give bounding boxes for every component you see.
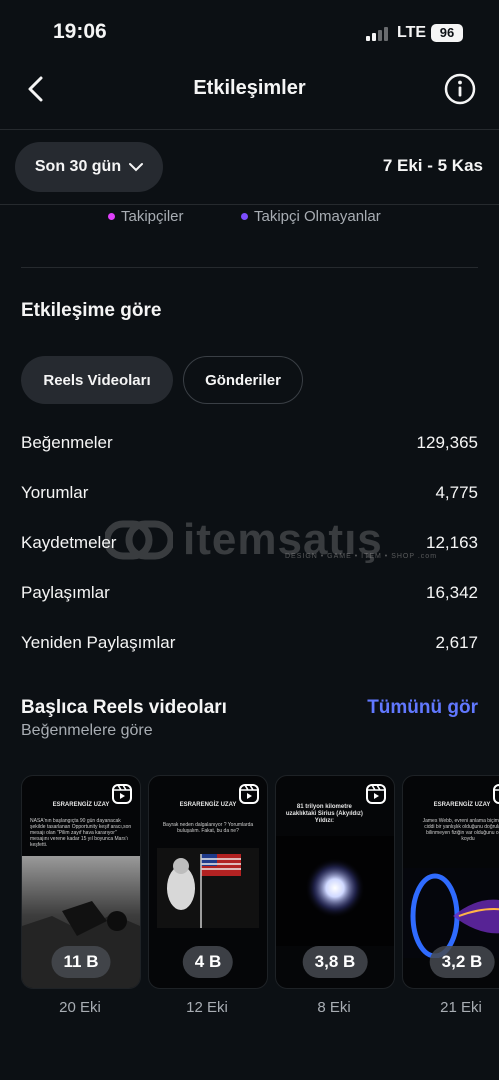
- reel-card[interactable]: 81 trilyon kilometre uzaklıktaki Sirius …: [275, 775, 395, 989]
- reels-icon: [112, 784, 132, 804]
- metric-label-comments: Yorumlar: [21, 483, 89, 502]
- date-range-dropdown-label: Son 30 gün: [34, 158, 122, 175]
- date-range-dropdown[interactable]: Son 30 gün: [15, 142, 163, 192]
- metric-label-saves: Kaydetmeler: [21, 533, 117, 552]
- reel-title: 81 trilyon kilometre uzaklıktaki Sirius …: [285, 804, 363, 824]
- legend-label: Takipçi Olmayanlar: [254, 208, 381, 225]
- see-all-link[interactable]: Tümünü gör: [367, 697, 478, 719]
- reel-thumbnail: [403, 868, 499, 958]
- tab-reels[interactable]: Reels Videoları: [21, 356, 173, 404]
- filter-divider: [0, 204, 499, 205]
- metric-label-likes: Beğenmeler: [21, 433, 113, 452]
- legend-dot: [241, 213, 248, 220]
- network-label: LTE: [397, 24, 427, 41]
- metric-value-likes: 129,365: [416, 433, 478, 452]
- reel-date: 20 Eki: [59, 999, 101, 1016]
- reel-caption: James Webb, evreni anlama biçimimizde ci…: [422, 818, 499, 842]
- reel-like-count: 3,8 B: [302, 946, 368, 978]
- reel-card[interactable]: ESRARENGİZ UZAY NASA'nın başlangıçta 90 …: [21, 775, 141, 989]
- metric-label-reposts: Yeniden Paylaşımlar: [21, 633, 176, 652]
- chevron-down-icon: [129, 163, 144, 172]
- reel-thumbnail: [276, 836, 394, 946]
- reel-card[interactable]: ESRARENGİZ UZAY James Webb, evreni anlam…: [402, 775, 499, 989]
- header-divider: [0, 129, 499, 130]
- reel-date: 12 Eki: [186, 999, 228, 1016]
- battery-icon: 96: [431, 24, 463, 42]
- reel-title: ESRARENGİZ UZAY: [179, 802, 237, 808]
- status-time: 19:06: [53, 20, 107, 43]
- top-reels-subtitle: Beğenmelere göre: [21, 722, 153, 739]
- metric-value-saves: 12,163: [426, 533, 478, 552]
- reel-thumbnail: [157, 848, 259, 928]
- reel-like-count: 11 B: [51, 946, 111, 978]
- info-button[interactable]: [443, 72, 477, 106]
- reel-title: ESRARENGİZ UZAY: [433, 802, 491, 808]
- top-reels-title: Başlıca Reels videoları: [21, 697, 227, 718]
- legend-item-followers: Takipçiler: [108, 208, 184, 225]
- watermark-subtext: DESIGN • GAME • ITEM • SHOP .com: [285, 553, 438, 560]
- metric-value-comments: 4,775: [435, 483, 478, 502]
- metric-value-shares: 16,342: [426, 583, 478, 602]
- reel-caption: Bayrak neden dalgalanıyor ? Yorumlarda b…: [162, 822, 254, 834]
- reel-date: 8 Eki: [317, 999, 351, 1016]
- page-title: Etkileşimler: [193, 77, 306, 99]
- reels-icon: [366, 784, 386, 804]
- legend-item-non-followers: Takipçi Olmayanlar: [241, 208, 381, 225]
- section-title: Etkileşime göre: [21, 300, 162, 321]
- reels-icon: [493, 784, 499, 804]
- tab-posts[interactable]: Gönderiler: [183, 356, 303, 404]
- reels-icon: [239, 784, 259, 804]
- section-divider: [21, 267, 478, 268]
- reel-caption: NASA'nın başlangıçta 90 gün dayanacak şe…: [30, 818, 132, 848]
- legend-label: Takipçiler: [121, 208, 184, 225]
- metric-label-shares: Paylaşımlar: [21, 583, 110, 602]
- reel-date: 21 Eki: [440, 999, 482, 1016]
- legend-dot: [108, 213, 115, 220]
- info-icon: [444, 73, 476, 105]
- reel-like-count: 3,2 B: [429, 946, 495, 978]
- reel-like-count: 4 B: [182, 946, 234, 978]
- reel-title: ESRARENGİZ UZAY: [52, 802, 110, 808]
- reel-card[interactable]: ESRARENGİZ UZAY Bayrak neden dalgalanıyo…: [148, 775, 268, 989]
- metric-value-reposts: 2,617: [435, 633, 478, 652]
- signal-icon: [366, 27, 392, 41]
- date-range-text: 7 Eki - 5 Kas: [382, 156, 483, 175]
